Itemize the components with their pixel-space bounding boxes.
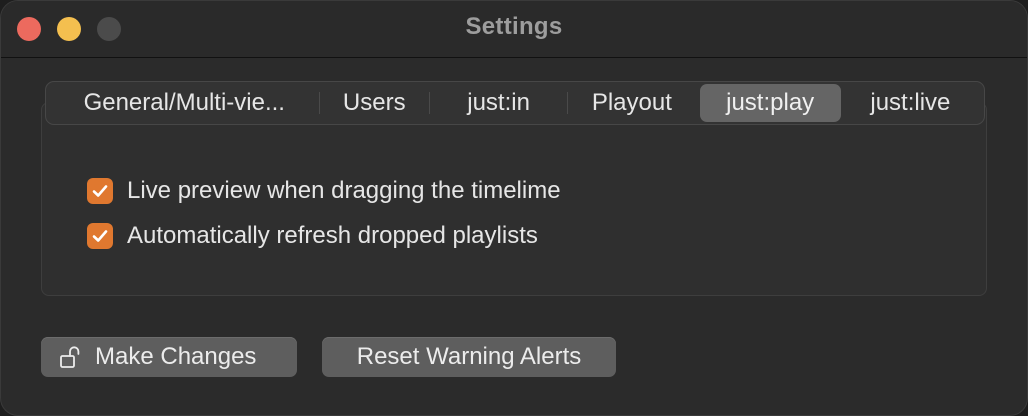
tab-label: just:live [870,89,951,116]
reset-warning-alerts-label: Reset Warning Alerts [356,343,582,370]
tab-bar: General/Multi-vie... Users just:in Playo… [45,81,985,125]
title-bar: Settings [1,1,1027,58]
tab-playout[interactable]: Playout [568,84,695,122]
option-live-preview[interactable]: Live preview when dragging the timelime [87,176,561,206]
tab-label: Users [342,89,406,116]
live-preview-label: Live preview when dragging the timelime [127,177,561,204]
tab-label: General/Multi-vie... [83,89,285,116]
tab-just-play[interactable]: just:play [699,84,841,122]
lock-open-icon [59,343,83,371]
tab-label: Playout [591,89,672,116]
make-changes-label: Make Changes [95,343,257,370]
settings-window: Settings General/Multi-vie... Users just… [0,0,1028,416]
tab-general-multiviewer[interactable]: General/Multi-vie... [50,84,319,122]
checkmark-icon [92,230,108,242]
tab-just-in[interactable]: just:in [430,84,567,122]
checkmark-icon [92,185,108,197]
window-title: Settings [465,13,563,40]
reset-warning-alerts-button[interactable]: Reset Warning Alerts [322,337,616,377]
auto-refresh-checkbox[interactable] [87,223,113,249]
tab-label: just:play [726,89,815,116]
tab-label: just:in [467,89,530,116]
option-auto-refresh[interactable]: Automatically refresh dropped playlists [87,221,538,251]
make-changes-button[interactable]: Make Changes [41,337,297,377]
tab-users[interactable]: Users [320,84,429,122]
tab-just-live[interactable]: just:live [841,84,980,122]
live-preview-checkbox[interactable] [87,178,113,204]
auto-refresh-label: Automatically refresh dropped playlists [127,222,538,249]
